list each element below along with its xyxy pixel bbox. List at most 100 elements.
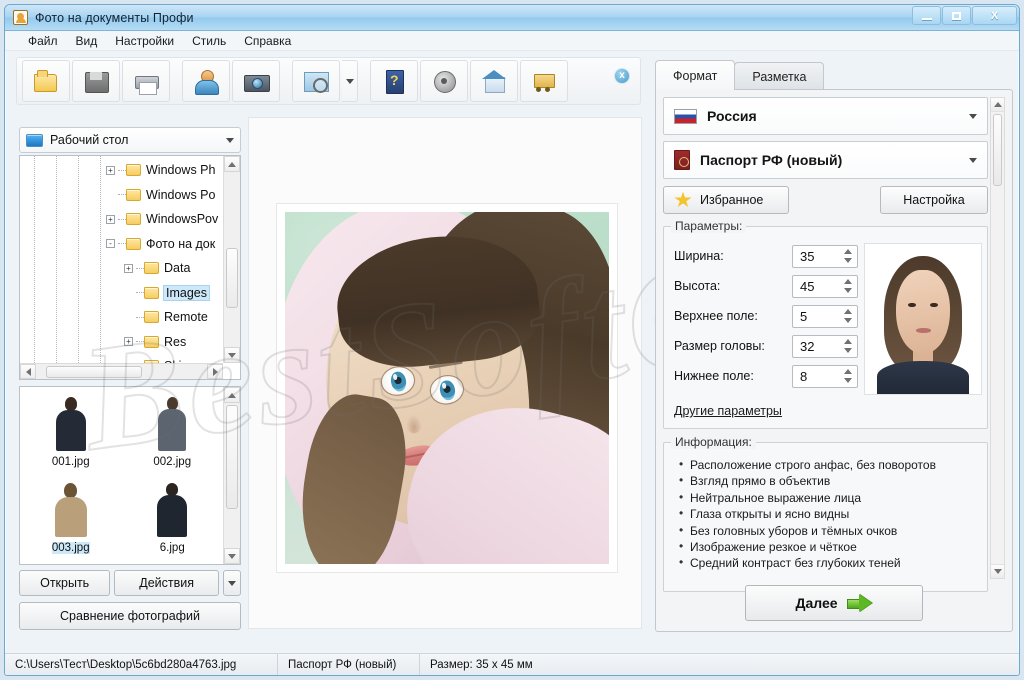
passport-icon: [674, 150, 690, 170]
toolbar-save-button[interactable]: [72, 60, 120, 102]
spinner-buttons[interactable]: [842, 307, 854, 326]
other-parameters-link[interactable]: Другие параметры: [674, 404, 782, 418]
menu-settings[interactable]: Настройки: [106, 32, 183, 50]
actions-dropdown-button[interactable]: [223, 570, 241, 596]
tree-node[interactable]: Remote: [106, 305, 223, 330]
toolbar-user-photo-button[interactable]: [182, 60, 230, 102]
tree-scroll-thumb[interactable]: [226, 248, 238, 308]
close-button[interactable]: X: [972, 6, 1017, 25]
tree-node[interactable]: Skins: [106, 354, 223, 363]
country-combobox[interactable]: Россия: [663, 97, 988, 135]
spinner-buttons[interactable]: [842, 277, 854, 296]
spinner-up-icon[interactable]: [844, 368, 852, 374]
tree-node[interactable]: + Res: [106, 330, 223, 355]
menu-file[interactable]: Файл: [19, 32, 67, 50]
spinner-down-icon[interactable]: [844, 288, 852, 294]
format-scroll-up-button[interactable]: [991, 98, 1004, 112]
chevron-up-icon: [993, 102, 1002, 107]
thumbnail-list[interactable]: 001.jpg 002.jpg 003.jpg 6.jpg: [19, 386, 241, 565]
spinner-down-icon[interactable]: [844, 318, 852, 324]
thumbnail-item[interactable]: 002.jpg: [122, 393, 224, 479]
sample-face: [896, 269, 950, 354]
menu-style[interactable]: Стиль: [183, 32, 235, 50]
tab-format[interactable]: Формат: [655, 60, 736, 90]
parameter-value: 32: [800, 338, 815, 354]
open-button[interactable]: Открыть: [19, 570, 111, 596]
thumbnail-scrollbar[interactable]: [223, 387, 240, 564]
thumbnail-scroll-down-button[interactable]: [224, 548, 240, 564]
spinner-buttons[interactable]: [842, 367, 854, 386]
minimize-button[interactable]: [912, 6, 941, 25]
folder-icon: [144, 262, 159, 275]
parameter-spinner[interactable]: 32: [792, 334, 858, 358]
menu-help[interactable]: Справка: [235, 32, 300, 50]
parameter-spinner[interactable]: 5: [792, 304, 858, 328]
titlebar: Фото на документы Профи X: [5, 5, 1019, 31]
tree-horizontal-scrollbar[interactable]: [20, 363, 223, 379]
tree-node[interactable]: + Windows Ph: [106, 158, 223, 183]
toolbar-image-search-dropdown[interactable]: [342, 60, 358, 102]
tree-node[interactable]: Images: [106, 281, 223, 306]
thumbnail-item[interactable]: 001.jpg: [20, 393, 122, 479]
menu-view[interactable]: Вид: [67, 32, 107, 50]
parameter-spinner[interactable]: 8: [792, 364, 858, 388]
settings-button[interactable]: Настройка: [880, 186, 988, 214]
tree-scroll-left-button[interactable]: [20, 364, 36, 379]
toolbar-home-button[interactable]: [470, 60, 518, 102]
spinner-up-icon[interactable]: [844, 248, 852, 254]
preview-photo-frame[interactable]: [277, 204, 617, 572]
toolbar-print-button[interactable]: [122, 60, 170, 102]
toolbar-video-button[interactable]: [420, 60, 468, 102]
spinner-up-icon[interactable]: [844, 338, 852, 344]
expand-icon[interactable]: +: [124, 337, 133, 347]
tree-hscroll-thumb[interactable]: [46, 365, 142, 378]
toolbar-camera-button[interactable]: [232, 60, 280, 102]
tree-scroll-up-button[interactable]: [224, 156, 240, 172]
expand-icon[interactable]: +: [106, 214, 115, 224]
spinner-up-icon[interactable]: [844, 278, 852, 284]
next-button[interactable]: Далее: [745, 585, 923, 621]
country-label: Россия: [707, 108, 757, 124]
spinner-up-icon[interactable]: [844, 308, 852, 314]
tab-layout[interactable]: Разметка: [734, 62, 825, 90]
tree-line: [136, 341, 144, 343]
folder-tree[interactable]: + Windows Ph Windows Po + WindowsPov - Фото на…: [19, 155, 241, 380]
thumbnail-grid: 001.jpg 002.jpg 003.jpg 6.jpg: [20, 387, 223, 564]
tree-vertical-scrollbar[interactable]: [223, 156, 240, 363]
toolbar-close-icon[interactable]: x: [614, 68, 630, 84]
tree-node[interactable]: + WindowsPov: [106, 207, 223, 232]
format-scroll-thumb[interactable]: [993, 114, 1002, 186]
document-combobox[interactable]: Паспорт РФ (новый): [663, 141, 988, 179]
expand-icon[interactable]: +: [106, 165, 115, 175]
actions-button[interactable]: Действия: [114, 570, 219, 596]
format-scroll-down-button[interactable]: [991, 564, 1004, 578]
toolbar-help-button[interactable]: [370, 60, 418, 102]
compare-photos-button[interactable]: Сравнение фотографий: [19, 602, 241, 630]
format-panel-scrollbar[interactable]: [990, 97, 1005, 579]
thumbnail-item[interactable]: 003.jpg: [20, 479, 122, 565]
thumbnail-scroll-up-button[interactable]: [224, 387, 240, 403]
spinner-down-icon[interactable]: [844, 348, 852, 354]
spinner-buttons[interactable]: [842, 337, 854, 356]
spinner-buttons[interactable]: [842, 247, 854, 266]
tree-node[interactable]: + Data: [106, 256, 223, 281]
expand-icon[interactable]: +: [124, 263, 133, 273]
collapse-icon[interactable]: -: [106, 239, 115, 249]
toolbar-image-search-button[interactable]: [292, 60, 340, 102]
spinner-down-icon[interactable]: [844, 378, 852, 384]
toolbar-open-button[interactable]: [22, 60, 70, 102]
tree-scroll-right-button[interactable]: [207, 364, 223, 379]
toolbar-buy-button[interactable]: [520, 60, 568, 102]
tree-scroll-down-button[interactable]: [224, 347, 240, 363]
thumbnail-scroll-thumb[interactable]: [226, 405, 238, 509]
favorites-button[interactable]: Избранное: [663, 186, 789, 214]
parameter-spinner[interactable]: 35: [792, 244, 858, 268]
tree-node[interactable]: - Фото на док: [106, 232, 223, 257]
maximize-button[interactable]: [942, 6, 971, 25]
thumbnail-item[interactable]: 6.jpg: [122, 479, 224, 565]
spinner-down-icon[interactable]: [844, 258, 852, 264]
tree-node[interactable]: Windows Po: [106, 183, 223, 208]
folder-combobox[interactable]: Рабочий стол: [19, 127, 241, 153]
parameter-spinner[interactable]: 45: [792, 274, 858, 298]
